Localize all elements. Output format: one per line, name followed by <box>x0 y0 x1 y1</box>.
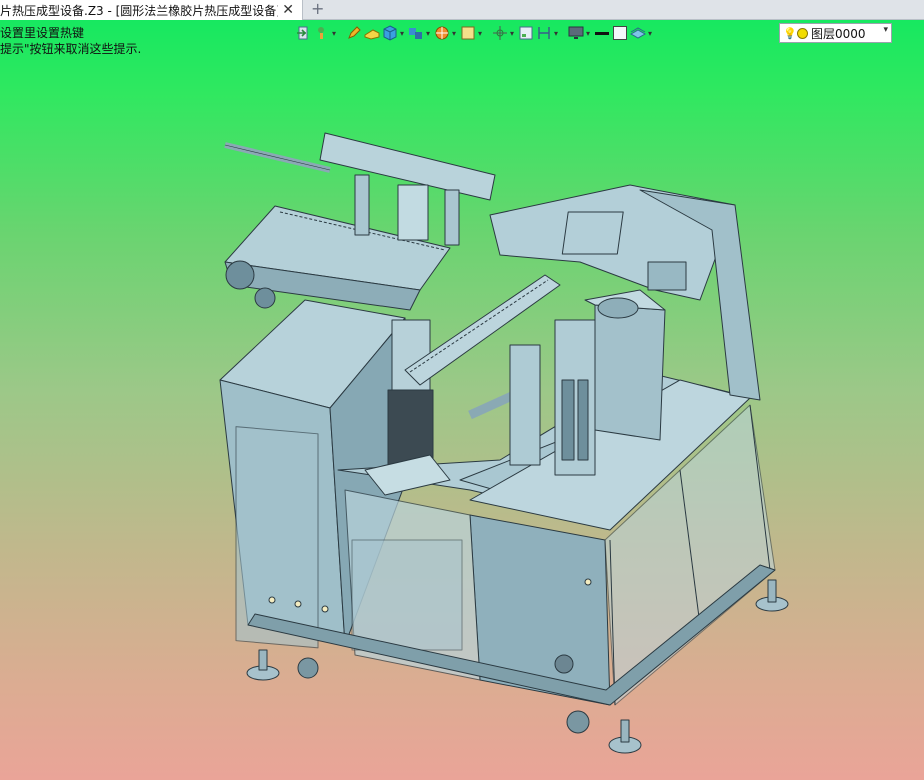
toolbar: ▾ ▾ ▾ ▾ ▾ ▾ ▾ ▾ ▾ <box>296 22 656 44</box>
cheese-button[interactable] <box>364 23 380 43</box>
align-icon <box>538 27 550 39</box>
machine-model <box>219 132 789 754</box>
chevron-down-icon[interactable]: ▾ <box>584 29 592 38</box>
tab-bar: 片热压成型设备.Z3 - [圆形法兰橡胶片热压成型设备] ✕ + <box>0 0 924 20</box>
pencil-icon <box>348 26 361 39</box>
frame-button[interactable] <box>518 23 534 43</box>
chevron-down-icon[interactable]: ▾ <box>424 29 432 38</box>
brush-icon <box>318 27 324 39</box>
chevron-down-icon[interactable]: ▾ <box>646 29 654 38</box>
layer-color-icon <box>797 27 808 39</box>
chevron-down-icon[interactable]: ▾ <box>476 29 484 38</box>
chevron-down-icon[interactable]: ▾ <box>883 25 888 35</box>
cube-icon <box>383 25 397 41</box>
cubes-icon <box>409 28 422 39</box>
layer-name: 图层0000 <box>811 26 866 41</box>
line-button[interactable] <box>594 23 610 43</box>
chevron-down-icon[interactable]: ▾ <box>398 29 406 38</box>
square-icon <box>461 26 475 40</box>
close-icon[interactable]: ✕ <box>282 1 294 19</box>
frame-icon <box>519 26 533 40</box>
pie-button[interactable]: ▾ <box>434 23 458 43</box>
box-button[interactable] <box>612 23 628 43</box>
exit-icon <box>297 26 308 40</box>
monitor-icon <box>568 26 584 39</box>
layers-button[interactable]: ▾ <box>630 23 654 43</box>
new-tab-icon[interactable]: + <box>311 0 324 18</box>
chevron-down-icon[interactable]: ▾ <box>552 29 560 38</box>
brush-button[interactable]: ▾ <box>314 23 338 43</box>
cubes-button[interactable]: ▾ <box>408 23 432 43</box>
chevron-down-icon[interactable]: ▾ <box>450 29 458 38</box>
crosshair-button[interactable]: ▾ <box>492 23 516 43</box>
document-tab[interactable]: 片热压成型设备.Z3 - [圆形法兰橡胶片热压成型设备] ✕ <box>0 0 303 20</box>
cad-viewport[interactable] <box>0 44 924 780</box>
pencil-button[interactable] <box>346 23 362 43</box>
align-button[interactable]: ▾ <box>536 23 560 43</box>
cheese-icon <box>364 29 380 40</box>
box-icon <box>613 26 627 40</box>
pie-icon <box>435 26 449 40</box>
line-icon <box>595 32 609 35</box>
hint-line-1: 设置里设置热键 <box>0 26 85 40</box>
tab-title: 片热压成型设备.Z3 - [圆形法兰橡胶片热压成型设备] <box>0 3 278 18</box>
exit-button[interactable] <box>296 23 312 43</box>
crosshair-icon <box>493 26 507 40</box>
layer-select[interactable]: 💡 图层0000 ▾ <box>779 23 892 43</box>
chevron-down-icon[interactable]: ▾ <box>508 29 516 38</box>
layers-icon <box>630 27 646 39</box>
bulb-icon[interactable]: 💡 <box>783 27 797 40</box>
square-button[interactable]: ▾ <box>460 23 484 43</box>
cube-button[interactable]: ▾ <box>382 23 406 43</box>
chevron-down-icon[interactable]: ▾ <box>330 29 338 38</box>
monitor-button[interactable]: ▾ <box>568 23 592 43</box>
